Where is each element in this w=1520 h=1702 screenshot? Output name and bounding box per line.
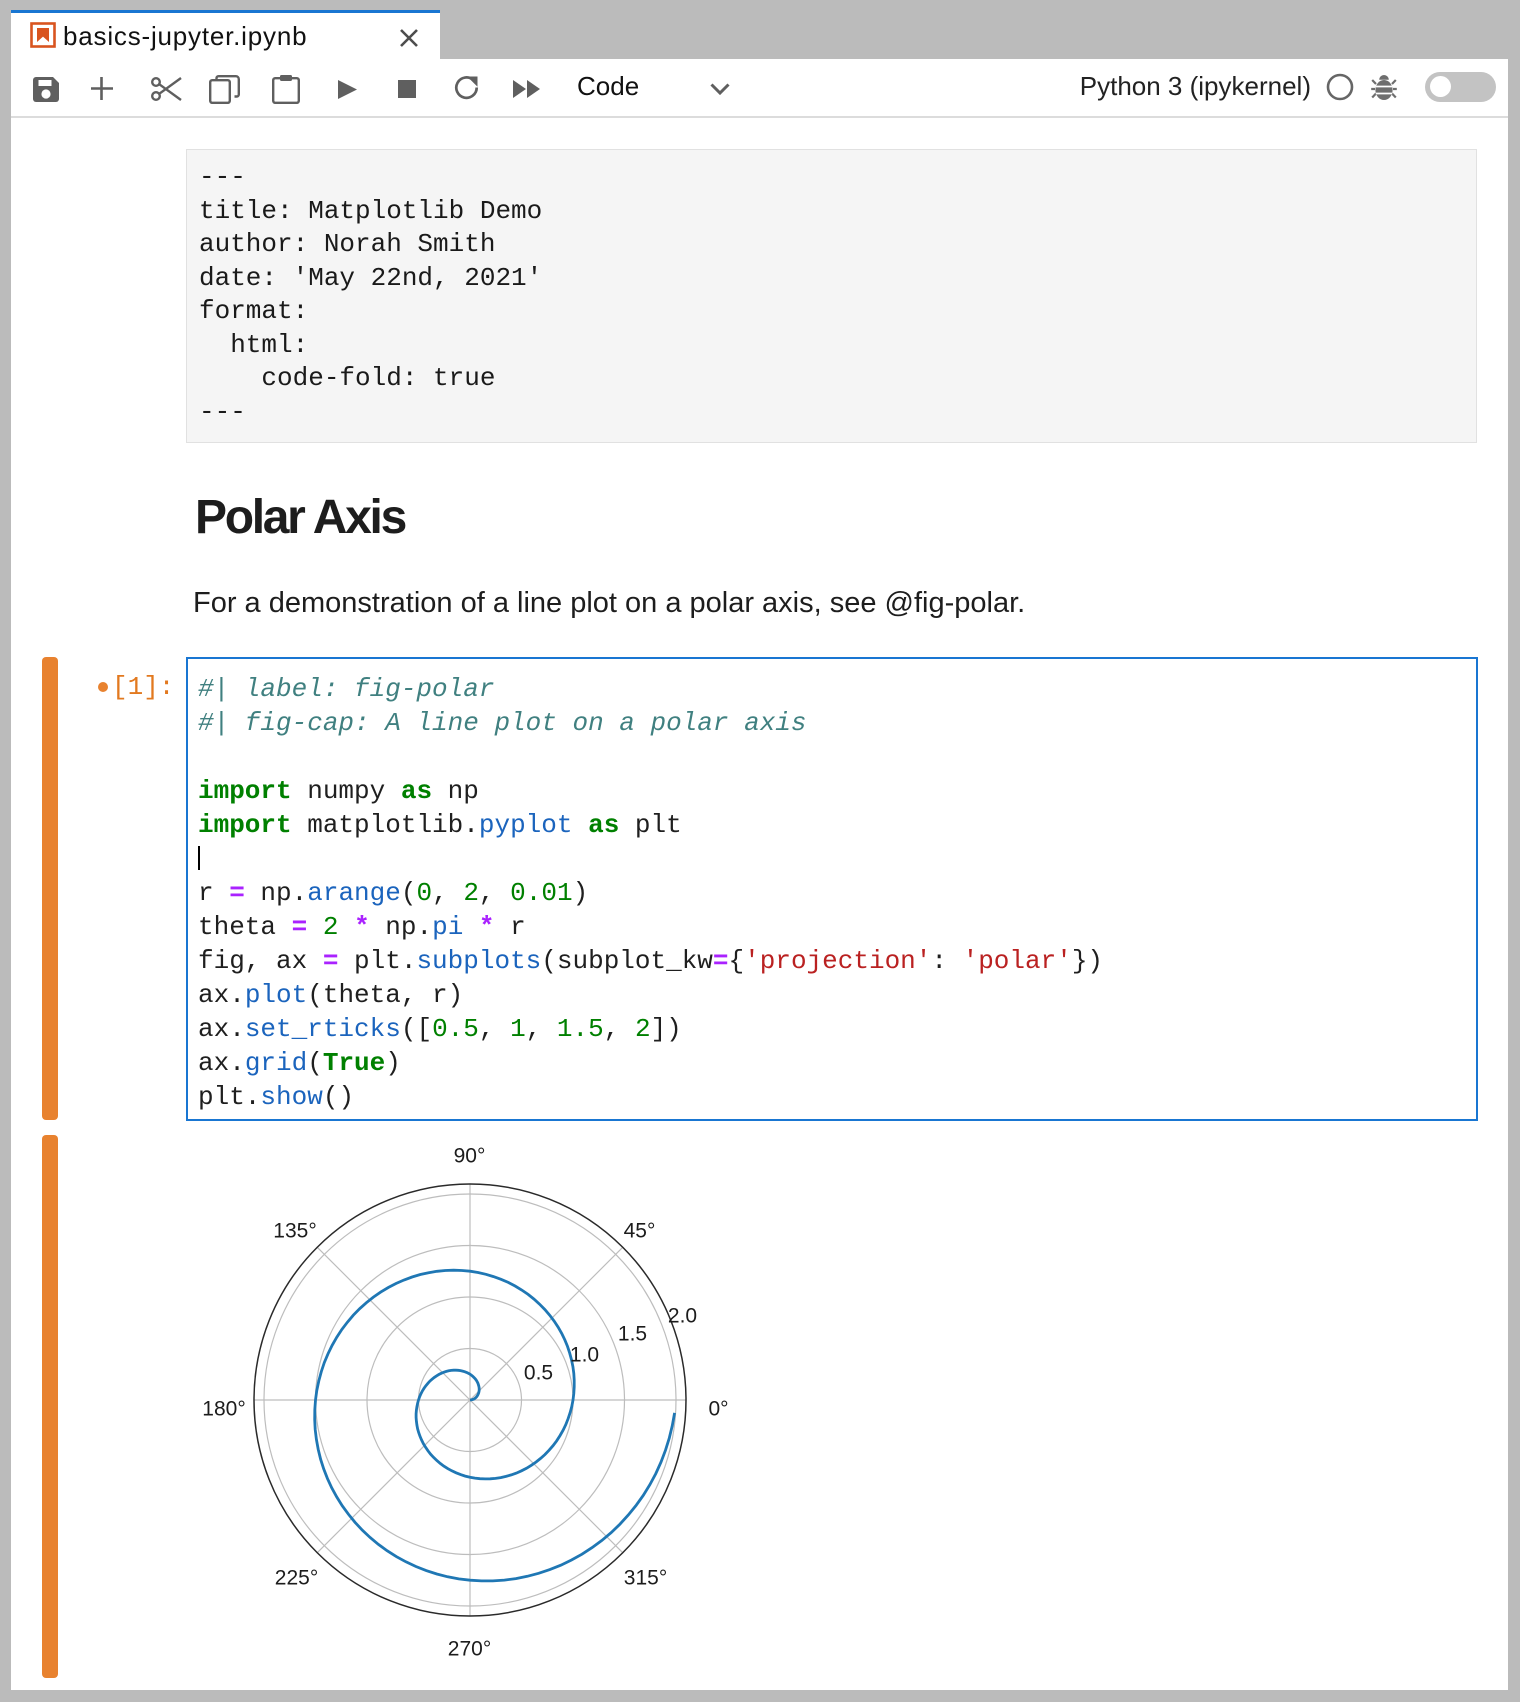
svg-text:1.5: 1.5	[618, 1323, 647, 1346]
svg-text:0°: 0°	[708, 1398, 728, 1421]
svg-text:135°: 135°	[273, 1220, 316, 1243]
svg-text:1.0: 1.0	[570, 1344, 599, 1367]
svg-text:180°: 180°	[202, 1398, 245, 1421]
svg-text:90°: 90°	[454, 1145, 486, 1168]
svg-text:45°: 45°	[624, 1220, 656, 1243]
svg-text:225°: 225°	[275, 1567, 318, 1590]
svg-text:0.5: 0.5	[524, 1362, 553, 1385]
svg-text:2.0: 2.0	[668, 1305, 697, 1328]
svg-text:270°: 270°	[448, 1638, 491, 1661]
svg-text:315°: 315°	[624, 1567, 667, 1590]
